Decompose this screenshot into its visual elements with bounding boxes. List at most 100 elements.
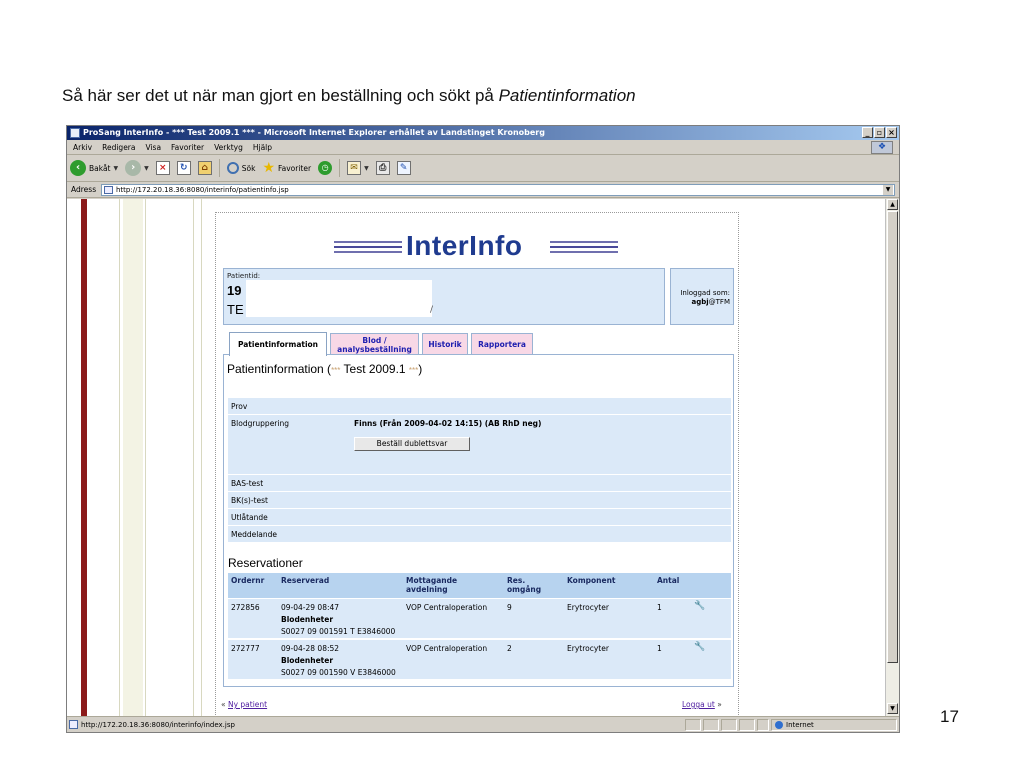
info-label: BAS-test — [231, 479, 264, 488]
slide-title-italic: Patientinformation — [498, 86, 636, 105]
menu-hjalp[interactable]: Hjälp — [253, 140, 272, 154]
slide-number: 17 — [940, 707, 959, 726]
decorative-block — [123, 199, 143, 716]
browser-window: ProSang InterInfo - *** Test 2009.1 *** … — [66, 125, 900, 733]
decorative-line — [193, 199, 194, 716]
tab-label: Historik — [428, 340, 462, 349]
login-box: Inloggad som: agbj@TFM — [670, 268, 734, 325]
menu-verktyg[interactable]: Verktyg — [214, 140, 243, 154]
decorative-line — [119, 199, 120, 716]
col-ordernr: Ordernr — [231, 576, 265, 585]
wrench-icon[interactable]: 🔧 — [694, 601, 705, 611]
window-controls: _ ▫ × — [862, 127, 897, 138]
menu-visa[interactable]: Visa — [145, 140, 161, 154]
logout-link[interactable]: Logga ut — [682, 700, 715, 709]
col-antal: Antal — [657, 576, 680, 585]
status-cell — [703, 719, 719, 731]
chevron-down-icon: ▼ — [364, 164, 369, 172]
footer-logout: Logga ut » — [682, 700, 722, 709]
tab-bar: Patientinformation Blod / analysbeställni… — [229, 331, 533, 356]
close-button[interactable]: × — [886, 127, 897, 138]
scroll-up-icon[interactable]: ▲ — [887, 199, 898, 210]
cell-blodenheter: Blodenheter — [281, 615, 334, 624]
chevron-down-icon[interactable]: ▼ — [883, 185, 893, 195]
table-row: 272856 09-04-29 08:47 Blodenheter S0027 … — [228, 598, 731, 638]
login-org: @TFM — [708, 298, 730, 306]
ie-page-icon — [70, 128, 80, 138]
forward-arrow-icon: › — [125, 160, 142, 176]
menu-redigera[interactable]: Redigera — [102, 140, 135, 154]
maximize-button[interactable]: ▫ — [874, 127, 885, 138]
mail-button[interactable]: ✉ ▼ — [347, 161, 369, 175]
reservations-title: Reservationer — [228, 556, 303, 570]
tab-patientinformation[interactable]: Patientinformation — [229, 332, 327, 356]
patient-box: Patientid: 19 TE / — [223, 268, 665, 325]
wrench-icon[interactable]: 🔧 — [694, 642, 705, 652]
chevron-down-icon: ▼ — [144, 164, 149, 172]
order-duplicate-button[interactable]: Beställ dublettsvar — [354, 437, 470, 451]
section-title: Patientinformation (*** Test 2009.1 ***) — [227, 362, 422, 376]
security-zone: Internet — [771, 719, 897, 731]
login-label: Inloggad som: — [680, 289, 730, 297]
address-input[interactable]: http://172.20.18.36:8080/interinfo/patie… — [101, 184, 895, 196]
back-button[interactable]: ‹ Bakåt ▼ — [70, 160, 118, 176]
scroll-thumb[interactable] — [887, 211, 898, 663]
forward-button[interactable]: › ▼ — [125, 160, 149, 176]
cell-avdelning: VOP Centraloperation — [406, 603, 488, 612]
cell-reserverad: 09-04-29 08:47 — [281, 603, 340, 612]
window-titlebar[interactable]: ProSang InterInfo - *** Test 2009.1 *** … — [67, 126, 899, 140]
section-title-suffix: ) — [418, 362, 423, 376]
browser-toolbar: ‹ Bakåt ▼ › ▼ × ↻ ⌂ Sök ★ Favoriter ◷ ✉ … — [67, 155, 899, 182]
minimize-button[interactable]: _ — [862, 127, 873, 138]
decorative-line — [145, 199, 146, 716]
stop-icon[interactable]: × — [155, 161, 170, 175]
info-row-prov: Prov — [228, 397, 731, 414]
interinfo-panel: InterInfo Patientid: 19 TE / Inloggad so… — [215, 212, 739, 716]
home-icon[interactable]: ⌂ — [197, 161, 212, 175]
tab-blod-analysbestallning[interactable]: Blod / analysbeställning — [330, 333, 419, 355]
mail-icon: ✉ — [347, 161, 362, 175]
section-title-prefix: Patientinformation ( — [227, 362, 332, 376]
refresh-icon[interactable]: ↻ — [176, 161, 191, 175]
info-label: Prov — [231, 402, 248, 411]
print-icon[interactable]: ⎙ — [375, 161, 390, 175]
info-label: Meddelande — [231, 530, 278, 539]
new-patient-link[interactable]: Ny patient — [228, 700, 267, 709]
login-user: agbj — [691, 298, 709, 306]
scroll-down-icon[interactable]: ▼ — [887, 703, 898, 714]
col-res-2: omgång — [507, 585, 542, 594]
globe-icon — [775, 721, 783, 729]
cell-avdelning: VOP Centraloperation — [406, 644, 488, 653]
status-cell — [685, 719, 701, 731]
cell-unit: S0027 09 001591 T E3846000 — [281, 627, 396, 636]
interinfo-logo: InterInfo — [334, 229, 624, 265]
patient-name: TE — [227, 302, 244, 317]
menu-favoriter[interactable]: Favoriter — [171, 140, 204, 154]
tab-historik[interactable]: Historik — [422, 333, 468, 355]
menu-bar: Arkiv Redigera Visa Favoriter Verktyg Hj… — [67, 140, 899, 155]
search-button[interactable]: Sök — [226, 162, 255, 174]
login-info: agbj@TFM — [671, 298, 731, 307]
edit-icon[interactable]: ✎ — [396, 161, 411, 175]
logo-bars-left — [334, 241, 402, 253]
cell-komponent: Erytrocyter — [567, 603, 609, 612]
status-cell — [757, 719, 769, 731]
page-icon — [69, 720, 78, 729]
cell-antal: 1 — [657, 603, 662, 612]
menu-arkiv[interactable]: Arkiv — [73, 140, 92, 154]
decorative-line — [201, 199, 202, 716]
history-icon[interactable]: ◷ — [318, 161, 333, 175]
slide-title: Så här ser det ut när man gjort en bestä… — [62, 86, 636, 106]
section-title-stars: *** — [331, 366, 341, 375]
footer-right-suffix: » — [717, 700, 722, 709]
footer-new-patient: « Ny patient — [221, 700, 267, 709]
vertical-scrollbar[interactable]: ▲ ▼ — [885, 199, 899, 716]
tab-label-line1: Blod / — [362, 335, 387, 345]
section-title-stars: *** — [408, 366, 419, 375]
cell-antal: 1 — [657, 644, 662, 653]
favorites-button[interactable]: ★ Favoriter — [262, 161, 311, 175]
footer-left-prefix: « — [221, 700, 226, 709]
info-row-bas-test: BAS-test — [228, 474, 731, 491]
col-res-1: Res. — [507, 576, 526, 585]
tab-rapportera[interactable]: Rapportera — [471, 333, 533, 355]
